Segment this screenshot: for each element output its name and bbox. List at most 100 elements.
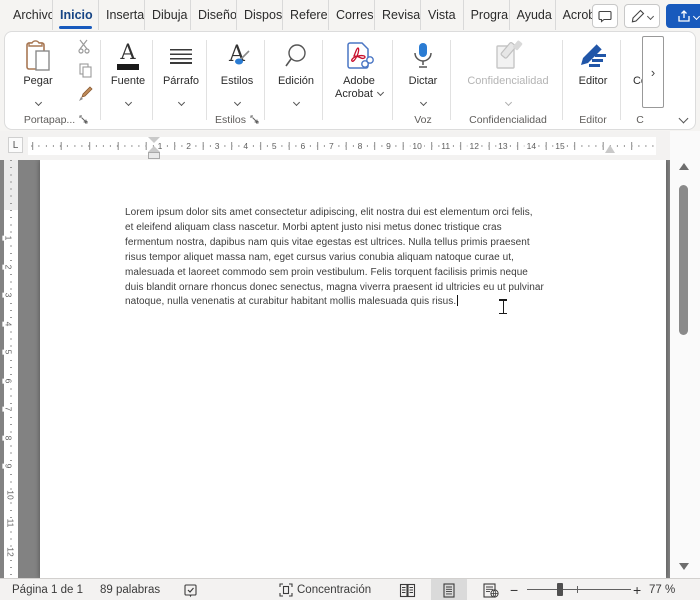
zoom-out-button[interactable]: −	[510, 579, 518, 600]
ruler-number: 2	[184, 140, 193, 152]
voice-group: Dictar Voz	[397, 32, 449, 129]
menu-tab-inserta[interactable]: Inserta	[98, 0, 144, 30]
tab-stop-selector[interactable]: L	[8, 137, 23, 153]
menu-tab-inicio[interactable]: Inicio	[52, 0, 98, 30]
document-page[interactable]: Lorem ipsum dolor sits amet consectetur …	[40, 160, 666, 578]
ruler-number: 3	[2, 293, 14, 298]
paragraph-button[interactable]: Párrafo	[157, 37, 205, 110]
copy-button[interactable]	[74, 60, 96, 80]
document-area[interactable]: Lorem ipsum dolor sits amet consectetur …	[0, 160, 700, 578]
web-layout-button[interactable]	[483, 579, 499, 600]
ruler-number: 1	[2, 236, 14, 241]
menu-tab-dibuja[interactable]: Dibuja	[144, 0, 190, 30]
styles-group: A Estilos Estilos	[211, 32, 263, 129]
menu-tab-revisa[interactable]: Revisa	[374, 0, 420, 30]
vertical-ruler[interactable]: 123456789101112	[4, 160, 18, 578]
paragraph-group: Párrafo	[157, 32, 205, 129]
document-text-line[interactable]: natoque, nulla venenatis at curabitur ha…	[125, 295, 587, 310]
editing-button[interactable]: Edición	[269, 37, 323, 110]
sensitivity-button[interactable]: Confidencialidad	[455, 37, 561, 110]
document-text-line[interactable]: et eleifend aliquam class nascetur. Morb…	[125, 221, 587, 236]
share-icon	[677, 9, 691, 23]
dialog-launcher-icon[interactable]	[250, 115, 259, 124]
chevron-down-icon	[233, 99, 240, 106]
sensitivity-group: Confidencialidad Confidencialidad	[455, 32, 561, 129]
right-indent-icon[interactable]	[605, 145, 615, 153]
menu-tab-ayuda[interactable]: Ayuda	[509, 0, 555, 30]
editor-button[interactable]: Editor	[567, 37, 619, 88]
ruler-number: 11	[4, 519, 16, 528]
paste-button[interactable]: Pegar	[13, 32, 63, 110]
scroll-down-icon[interactable]	[679, 563, 689, 570]
comments-button[interactable]	[592, 4, 618, 28]
clipboard-group-label[interactable]: Portapap...	[13, 114, 99, 126]
dictate-button[interactable]: Dictar	[397, 37, 449, 110]
document-text-line[interactable]: fermentum nostra, dapibus nam quis vitae…	[125, 236, 587, 251]
microphone-icon	[397, 37, 449, 75]
ruler-number: 8	[2, 435, 14, 440]
styles-group-label[interactable]: Estilos	[211, 114, 263, 126]
ruler-number: 10	[5, 490, 17, 499]
editing-label: Edición	[269, 75, 323, 88]
sensitivity-icon	[455, 37, 561, 75]
print-layout-button[interactable]	[443, 579, 455, 600]
paragraph[interactable]: Lorem ipsum dolor sits amet consectetur …	[125, 206, 587, 310]
vertical-scrollbar[interactable]	[670, 131, 700, 578]
ruler-number: 6	[2, 378, 14, 383]
drawing-button[interactable]	[624, 4, 660, 28]
zoom-percentage[interactable]: 77 %	[649, 579, 675, 600]
menu-tab-diseño[interactable]: Diseño	[190, 0, 236, 30]
ruler-number: 7	[2, 407, 14, 412]
chevron-down-icon	[34, 99, 41, 106]
ribbon: Pegar Portapap...	[4, 31, 696, 130]
search-icon	[269, 37, 323, 75]
styles-button[interactable]: A Estilos	[211, 37, 263, 110]
ribbon-overflow-button[interactable]: ›	[642, 36, 664, 108]
scrollbar-thumb[interactable]	[679, 185, 688, 335]
zoom-slider-track[interactable]	[527, 589, 631, 590]
adobe-label: Adobe	[327, 75, 391, 88]
format-painter-button[interactable]	[74, 84, 96, 104]
web-layout-icon	[483, 583, 499, 598]
zoom-slider-thumb[interactable]	[557, 583, 563, 596]
chevron-down-icon	[292, 99, 299, 106]
scroll-up-icon[interactable]	[679, 163, 689, 170]
menu-tab-progra[interactable]: Progra	[463, 0, 509, 30]
read-mode-button[interactable]	[399, 579, 416, 600]
voice-group-label: Voz	[397, 114, 449, 126]
zoom-in-button[interactable]: +	[633, 579, 641, 600]
ruler-number: 14	[525, 140, 538, 152]
proofing-check-icon	[183, 583, 198, 598]
mouse-ibeam-cursor	[497, 299, 509, 314]
page-indicator[interactable]: Página 1 de 1	[12, 579, 83, 600]
paragraph-lines-icon	[157, 37, 205, 75]
word-count[interactable]: 89 palabras	[100, 579, 160, 600]
left-indent-icon[interactable]	[148, 152, 160, 159]
ruler-number: 8	[356, 140, 365, 152]
menu-tab-vista[interactable]: Vista	[420, 0, 463, 30]
editing-group: Edición	[269, 32, 323, 129]
document-text-line[interactable]: duis blandit ornare rhoncus donec senect…	[125, 281, 587, 296]
menu-tab-dispos[interactable]: Dispos	[236, 0, 282, 30]
document-text-line[interactable]: risus tempor aliquet massa nam, eget cur…	[125, 251, 587, 266]
share-button[interactable]	[666, 4, 700, 28]
focus-mode-button[interactable]: Concentración	[297, 579, 371, 600]
first-line-indent-icon[interactable]	[148, 137, 160, 143]
collapse-ribbon-button[interactable]	[675, 110, 691, 126]
font-button[interactable]: A Fuente	[105, 37, 151, 110]
ruler-number: 5	[2, 350, 14, 355]
adobe-acrobat-button[interactable]: Adobe Acrobat	[327, 37, 391, 101]
chevron-down-icon	[124, 99, 131, 106]
styles-label: Estilos	[211, 75, 263, 88]
horizontal-ruler[interactable]: 123456789101112131415	[28, 137, 656, 155]
menu-tab-archivo[interactable]: Archivo	[6, 0, 52, 30]
document-text-line[interactable]: malesuada et laoreet commodo sem proin v…	[125, 266, 587, 281]
proofing-status-button[interactable]	[183, 579, 198, 600]
ruler-number: 13	[496, 140, 509, 152]
document-text-line[interactable]: Lorem ipsum dolor sits amet consectetur …	[125, 206, 587, 221]
ribbon-tabs: ArchivoInicioInsertaDibujaDiseñoDisposRe…	[6, 0, 601, 30]
menu-tab-refere[interactable]: Refere	[282, 0, 328, 30]
dialog-launcher-icon[interactable]	[79, 115, 88, 124]
menu-tab-corres[interactable]: Corres	[328, 0, 374, 30]
cut-button[interactable]	[74, 36, 96, 56]
